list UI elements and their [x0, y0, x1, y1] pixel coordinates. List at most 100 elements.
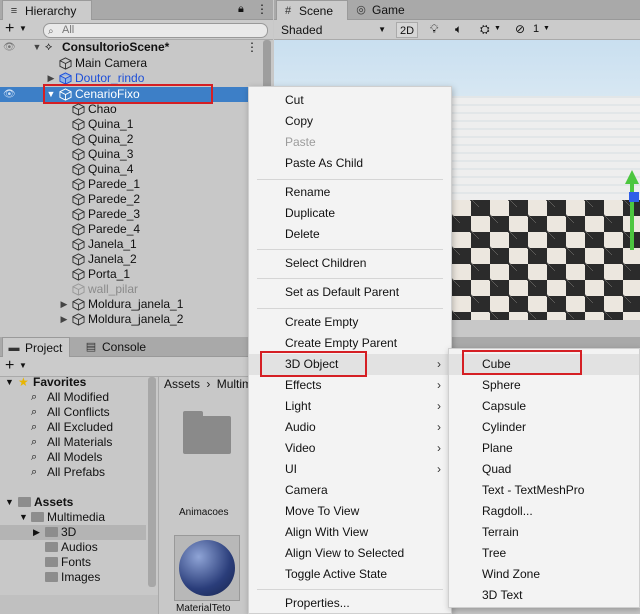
- submenu-item-cylinder[interactable]: Cylinder: [449, 417, 639, 438]
- hierarchy-item[interactable]: Parede_4: [0, 222, 273, 237]
- gizmo-z-handle[interactable]: [629, 192, 639, 202]
- menu-item-select-children[interactable]: Select Children: [249, 253, 451, 274]
- submenu-item-plane[interactable]: Plane: [449, 438, 639, 459]
- tab-console[interactable]: ▤ Console: [80, 337, 160, 358]
- effects-icon[interactable]: ⛭: [480, 22, 490, 37]
- menu-item-effects[interactable]: Effects ›: [249, 375, 451, 396]
- cube-icon: [72, 118, 85, 131]
- grid-item-material[interactable]: [174, 535, 240, 601]
- menu-item-toggle-active[interactable]: Toggle Active State: [249, 564, 451, 585]
- menu-item-duplicate[interactable]: Duplicate: [249, 203, 451, 224]
- submenu-item-tree[interactable]: Tree: [449, 543, 639, 564]
- submenu-item-3d-text[interactable]: 3D Text: [449, 585, 639, 606]
- chevron-down-icon[interactable]: ▼: [19, 361, 27, 370]
- menu-item-set-default-parent[interactable]: Set as Default Parent: [249, 282, 451, 303]
- menu-item-delete[interactable]: Delete: [249, 224, 451, 245]
- scene-toolbar: Shaded ▼ 2D 💡︎ 🔈︎ ⛭ ▼ ⊘ 1 ▼: [274, 20, 640, 40]
- tab-hierarchy[interactable]: ≡ Hierarchy: [2, 0, 92, 21]
- folder-icon: [183, 416, 231, 454]
- chevron-down-icon[interactable]: ▼: [494, 25, 501, 32]
- asset-folder[interactable]: Images: [0, 570, 150, 585]
- kebab-menu-icon[interactable]: ⋮: [256, 2, 268, 16]
- hierarchy-item[interactable]: Quina_2: [0, 132, 273, 147]
- lighting-icon[interactable]: 💡︎: [430, 22, 438, 37]
- breadcrumb-item[interactable]: Assets: [164, 377, 200, 391]
- hierarchy-item[interactable]: ▶ Moldura_janela_1: [0, 297, 273, 312]
- project-bottom-bar: [0, 595, 158, 614]
- asset-folder-selected[interactable]: ▶ 3D: [0, 525, 146, 540]
- hierarchy-item[interactable]: Parede_3: [0, 207, 273, 222]
- submenu-item-quad[interactable]: Quad: [449, 459, 639, 480]
- assets-header[interactable]: ▼ Assets: [0, 495, 150, 510]
- list-icon: ≡: [10, 5, 18, 17]
- expand-arrow-icon[interactable]: ▼: [5, 495, 14, 510]
- expand-arrow-icon[interactable]: ▼: [19, 510, 28, 525]
- asset-folder[interactable]: Fonts: [0, 555, 150, 570]
- eye-icon[interactable]: 👁︎: [3, 40, 16, 55]
- hierarchy-item[interactable]: Janela_1: [0, 237, 273, 252]
- asset-folder[interactable]: ▼ Multimedia: [0, 510, 150, 525]
- tab-project[interactable]: ▬ Project: [2, 337, 70, 358]
- expand-arrow-icon[interactable]: ▶: [59, 297, 69, 312]
- favorites-header[interactable]: ▼ ★ Favorites: [0, 375, 150, 390]
- submenu-item-capsule[interactable]: Capsule: [449, 396, 639, 417]
- scene-tabbar: # Scene ◎ Game: [274, 0, 640, 21]
- add-icon[interactable]: +: [5, 21, 14, 37]
- asset-folder[interactable]: Audios: [0, 540, 150, 555]
- search-input[interactable]: ⌕ All: [43, 23, 268, 38]
- menu-item-align-with-view[interactable]: Align With View: [249, 522, 451, 543]
- hierarchy-item[interactable]: Quina_3: [0, 147, 273, 162]
- submenu-item-sphere[interactable]: Sphere: [449, 375, 639, 396]
- menu-item-video[interactable]: Video ›: [249, 438, 451, 459]
- menu-item-copy[interactable]: Copy: [249, 111, 451, 132]
- hierarchy-item[interactable]: Chao: [0, 102, 273, 117]
- hierarchy-item[interactable]: Main Camera: [0, 56, 273, 71]
- tab-scene[interactable]: # Scene: [276, 0, 348, 21]
- hierarchy-item[interactable]: Quina_4: [0, 162, 273, 177]
- submenu-item-terrain[interactable]: Terrain: [449, 522, 639, 543]
- menu-item-camera[interactable]: Camera: [249, 480, 451, 501]
- hierarchy-item[interactable]: Quina_1: [0, 117, 273, 132]
- hierarchy-item[interactable]: Porta_1: [0, 267, 273, 282]
- gizmo-y-axis[interactable]: [630, 180, 634, 250]
- submenu-item-ragdoll[interactable]: Ragdoll...: [449, 501, 639, 522]
- hierarchy-item[interactable]: Parede_2: [0, 192, 273, 207]
- menu-item-cut[interactable]: Cut: [249, 90, 451, 111]
- project-tree-scrollbar[interactable]: [148, 377, 156, 587]
- chevron-down-icon[interactable]: ▼: [19, 24, 27, 33]
- expand-arrow-icon[interactable]: ▶: [59, 312, 69, 327]
- hidden-objects-icon[interactable]: ⊘: [515, 22, 525, 36]
- menu-item-rename[interactable]: Rename: [249, 182, 451, 203]
- lock-icon[interactable]: 🔒︎: [238, 3, 244, 16]
- menu-item-audio[interactable]: Audio ›: [249, 417, 451, 438]
- menu-item-move-to-view[interactable]: Move To View: [249, 501, 451, 522]
- hierarchy-item[interactable]: ▶ Moldura_janela_2: [0, 312, 273, 327]
- audio-icon[interactable]: 🔈︎: [455, 22, 462, 37]
- menu-item-align-view-to-selected[interactable]: Align View to Selected: [249, 543, 451, 564]
- tab-game[interactable]: ◎ Game: [350, 0, 420, 21]
- chevron-down-icon[interactable]: ▼: [543, 25, 550, 32]
- menu-item-properties[interactable]: Properties...: [249, 593, 451, 614]
- 2d-toggle-button[interactable]: 2D: [396, 22, 418, 38]
- hierarchy-item[interactable]: Janela_2: [0, 252, 273, 267]
- menu-item-create-empty[interactable]: Create Empty: [249, 312, 451, 333]
- menu-item-paste[interactable]: Paste: [249, 132, 451, 153]
- cube-icon: [72, 103, 85, 116]
- menu-item-paste-as-child[interactable]: Paste As Child: [249, 153, 451, 174]
- expand-arrow-icon[interactable]: ▼: [32, 40, 42, 55]
- hierarchy-item-inactive[interactable]: wall_pilar: [0, 282, 273, 297]
- add-icon[interactable]: +: [5, 358, 14, 374]
- scene-root-row[interactable]: 👁︎ ▼ ⟡ ConsultorioScene* ⋮: [0, 40, 273, 55]
- eye-icon[interactable]: 👁︎: [3, 87, 16, 102]
- breadcrumb-item[interactable]: Multim: [217, 377, 252, 391]
- hierarchy-item[interactable]: Parede_1: [0, 177, 273, 192]
- shading-mode-dropdown[interactable]: Shaded ▼: [278, 22, 388, 38]
- grid-item-folder[interactable]: Animacoes: [169, 411, 249, 518]
- submenu-item-wind-zone[interactable]: Wind Zone: [449, 564, 639, 585]
- expand-arrow-icon[interactable]: ▼: [5, 375, 14, 390]
- menu-item-ui[interactable]: UI ›: [249, 459, 451, 480]
- scene-menu-icon[interactable]: ⋮: [246, 40, 258, 55]
- submenu-item-textmeshpro[interactable]: Text - TextMeshPro: [449, 480, 639, 501]
- expand-arrow-icon[interactable]: ▶: [33, 525, 40, 540]
- menu-item-light[interactable]: Light ›: [249, 396, 451, 417]
